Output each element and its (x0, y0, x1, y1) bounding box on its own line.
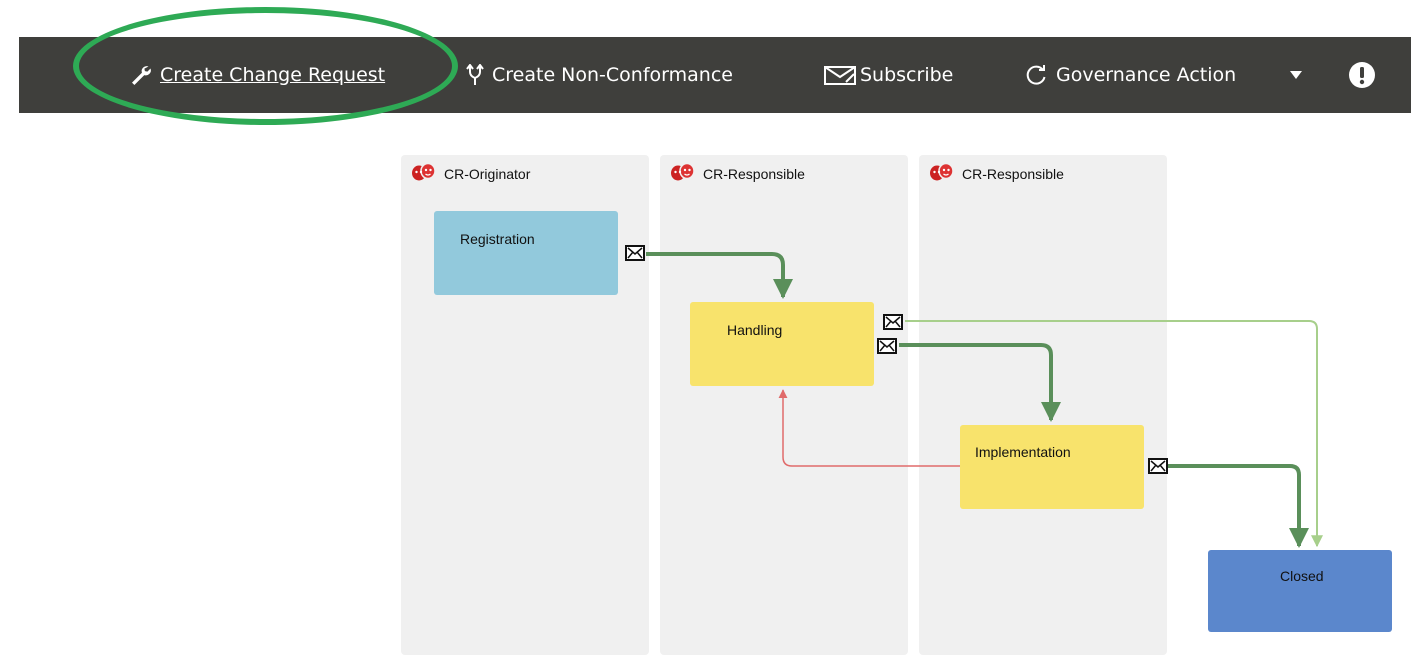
step-label: Closed (1280, 568, 1324, 584)
step-registration[interactable]: Registration (434, 211, 618, 295)
step-label: Handling (727, 322, 783, 338)
step-handling[interactable]: Handling (690, 302, 874, 386)
transition-envelope-icon[interactable] (1148, 458, 1168, 474)
transition-envelope-icon[interactable] (883, 314, 903, 330)
step-closed[interactable]: Closed (1208, 550, 1392, 632)
step-implementation[interactable]: Implementation (960, 425, 1144, 509)
transition-envelope-icon[interactable] (877, 338, 897, 354)
transition-envelope-icon[interactable] (625, 245, 645, 261)
step-label: Implementation (975, 444, 1071, 460)
transition-handling-to-implementation (899, 343, 1061, 422)
transition-implementation-to-handling (778, 389, 960, 467)
transition-implementation-to-closed (1168, 464, 1309, 548)
transition-registration-to-handling (646, 252, 793, 299)
step-label: Registration (460, 231, 535, 247)
